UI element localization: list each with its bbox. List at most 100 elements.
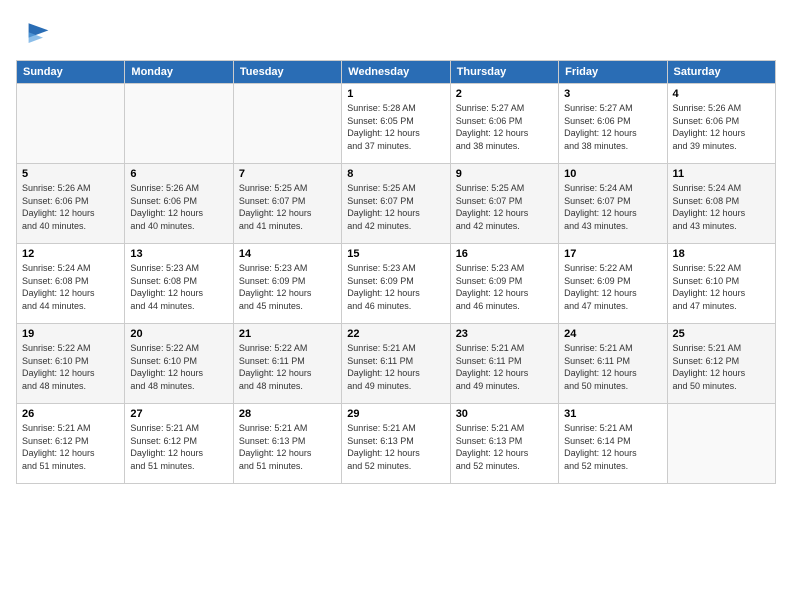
calendar-cell: 1Sunrise: 5:28 AMSunset: 6:05 PMDaylight… [342, 84, 450, 164]
calendar-cell: 13Sunrise: 5:23 AMSunset: 6:08 PMDayligh… [125, 244, 233, 324]
calendar-week-3: 12 Sunrise: 5:24 AMSunset: 6:08 PMDayligh… [17, 244, 776, 324]
cell-info: Sunrise: 5:21 AMSunset: 6:11 PMDaylight:… [456, 342, 553, 392]
day-number: 11 [673, 168, 770, 180]
weekday-header-tuesday: Tuesday [233, 61, 341, 84]
day-number: 26 [22, 408, 119, 420]
logo [16, 16, 56, 52]
cell-info: Sunrise: 5:25 AMSunset: 6:07 PMDaylight:… [456, 182, 553, 232]
calendar-cell [667, 404, 775, 484]
cell-info: Sunrise: 5:22 AMSunset: 6:09 PMDaylight:… [564, 262, 661, 312]
cell-info: Sunrise: 5:25 AMSunset: 6:07 PMDaylight:… [239, 182, 336, 232]
calendar-cell: 27 Sunrise: 5:21 AMSunset: 6:12 PMDayligh… [125, 404, 233, 484]
day-number: 14 [239, 248, 336, 260]
day-number: 27 [130, 408, 227, 420]
day-number: 18 [673, 248, 770, 260]
calendar-cell: 8 Sunrise: 5:25 AMSunset: 6:07 PMDaylight… [342, 164, 450, 244]
cell-info: Sunrise: 5:26 AMSunset: 6:06 PMDaylight:… [673, 102, 770, 152]
weekday-header-thursday: Thursday [450, 61, 558, 84]
day-number: 17 [564, 248, 661, 260]
calendar-cell: 18 Sunrise: 5:22 AMSunset: 6:10 PMDayligh… [667, 244, 775, 324]
cell-info: Sunrise: 5:22 AMSunset: 6:10 PMDaylight:… [673, 262, 770, 312]
calendar-body: 1Sunrise: 5:28 AMSunset: 6:05 PMDaylight… [17, 84, 776, 484]
calendar-week-5: 26 Sunrise: 5:21 AMSunset: 6:12 PMDayligh… [17, 404, 776, 484]
calendar-cell: 15 Sunrise: 5:23 AMSunset: 6:09 PMDayligh… [342, 244, 450, 324]
calendar-cell [125, 84, 233, 164]
day-number: 16 [456, 248, 553, 260]
calendar-cell: 31 Sunrise: 5:21 AMSunset: 6:14 PMDayligh… [559, 404, 667, 484]
weekday-header-wednesday: Wednesday [342, 61, 450, 84]
cell-info: Sunrise: 5:21 AMSunset: 6:14 PMDaylight:… [564, 422, 661, 472]
day-number: 15 [347, 248, 444, 260]
cell-info: Sunrise: 5:24 AMSunset: 6:08 PMDaylight:… [22, 262, 119, 312]
weekday-header-sunday: Sunday [17, 61, 125, 84]
cell-info: Sunrise: 5:25 AMSunset: 6:07 PMDaylight:… [347, 182, 444, 232]
cell-info: Sunrise: 5:22 AMSunset: 6:10 PMDaylight:… [130, 342, 227, 392]
cell-info: Sunrise: 5:28 AMSunset: 6:05 PMDaylight:… [347, 102, 444, 152]
calendar-cell: 29Sunrise: 5:21 AMSunset: 6:13 PMDayligh… [342, 404, 450, 484]
calendar-cell: 19 Sunrise: 5:22 AMSunset: 6:10 PMDayligh… [17, 324, 125, 404]
weekday-header-friday: Friday [559, 61, 667, 84]
cell-info: Sunrise: 5:27 AMSunset: 6:06 PMDaylight:… [564, 102, 661, 152]
day-number: 2 [456, 88, 553, 100]
calendar-cell [17, 84, 125, 164]
day-number: 19 [22, 328, 119, 340]
day-number: 28 [239, 408, 336, 420]
calendar-cell: 5Sunrise: 5:26 AMSunset: 6:06 PMDaylight… [17, 164, 125, 244]
day-number: 8 [347, 168, 444, 180]
calendar-cell: 16 Sunrise: 5:23 AMSunset: 6:09 PMDayligh… [450, 244, 558, 324]
cell-info: Sunrise: 5:21 AMSunset: 6:12 PMDaylight:… [22, 422, 119, 472]
calendar-cell: 30Sunrise: 5:21 AMSunset: 6:13 PMDayligh… [450, 404, 558, 484]
logo-icon [16, 16, 52, 52]
cell-info: Sunrise: 5:27 AMSunset: 6:06 PMDaylight:… [456, 102, 553, 152]
calendar-cell: 3Sunrise: 5:27 AMSunset: 6:06 PMDaylight… [559, 84, 667, 164]
cell-info: Sunrise: 5:24 AMSunset: 6:08 PMDaylight:… [673, 182, 770, 232]
day-number: 10 [564, 168, 661, 180]
calendar-cell: 12 Sunrise: 5:24 AMSunset: 6:08 PMDayligh… [17, 244, 125, 324]
calendar-cell: 24 Sunrise: 5:21 AMSunset: 6:11 PMDayligh… [559, 324, 667, 404]
day-number: 29 [347, 408, 444, 420]
calendar-cell: 22 Sunrise: 5:21 AMSunset: 6:11 PMDayligh… [342, 324, 450, 404]
day-number: 13 [130, 248, 227, 260]
cell-info: Sunrise: 5:23 AMSunset: 6:09 PMDaylight:… [347, 262, 444, 312]
calendar-cell: 9 Sunrise: 5:25 AMSunset: 6:07 PMDaylight… [450, 164, 558, 244]
day-number: 30 [456, 408, 553, 420]
day-number: 22 [347, 328, 444, 340]
cell-info: Sunrise: 5:21 AMSunset: 6:11 PMDaylight:… [564, 342, 661, 392]
weekday-header-saturday: Saturday [667, 61, 775, 84]
day-number: 20 [130, 328, 227, 340]
calendar-cell: 11 Sunrise: 5:24 AMSunset: 6:08 PMDayligh… [667, 164, 775, 244]
cell-info: Sunrise: 5:26 AMSunset: 6:06 PMDaylight:… [130, 182, 227, 232]
cell-info: Sunrise: 5:21 AMSunset: 6:12 PMDaylight:… [130, 422, 227, 472]
calendar-cell: 14 Sunrise: 5:23 AMSunset: 6:09 PMDayligh… [233, 244, 341, 324]
cell-info: Sunrise: 5:21 AMSunset: 6:12 PMDaylight:… [673, 342, 770, 392]
weekday-header-monday: Monday [125, 61, 233, 84]
cell-info: Sunrise: 5:22 AMSunset: 6:10 PMDaylight:… [22, 342, 119, 392]
calendar-cell [233, 84, 341, 164]
cell-info: Sunrise: 5:23 AMSunset: 6:09 PMDaylight:… [239, 262, 336, 312]
calendar-cell: 10 Sunrise: 5:24 AMSunset: 6:07 PMDayligh… [559, 164, 667, 244]
cell-info: Sunrise: 5:21 AMSunset: 6:13 PMDaylight:… [239, 422, 336, 472]
calendar-cell: 25Sunrise: 5:21 AMSunset: 6:12 PMDayligh… [667, 324, 775, 404]
calendar-cell: 23 Sunrise: 5:21 AMSunset: 6:11 PMDayligh… [450, 324, 558, 404]
calendar-cell: 2 Sunrise: 5:27 AMSunset: 6:06 PMDaylight… [450, 84, 558, 164]
calendar-week-4: 19 Sunrise: 5:22 AMSunset: 6:10 PMDayligh… [17, 324, 776, 404]
page-header [16, 16, 776, 52]
day-number: 31 [564, 408, 661, 420]
cell-info: Sunrise: 5:24 AMSunset: 6:07 PMDaylight:… [564, 182, 661, 232]
day-number: 6 [130, 168, 227, 180]
calendar-cell: 28 Sunrise: 5:21 AMSunset: 6:13 PMDayligh… [233, 404, 341, 484]
calendar-table: SundayMondayTuesdayWednesdayThursdayFrid… [16, 60, 776, 484]
day-number: 23 [456, 328, 553, 340]
cell-info: Sunrise: 5:26 AMSunset: 6:06 PMDaylight:… [22, 182, 119, 232]
calendar-cell: 17 Sunrise: 5:22 AMSunset: 6:09 PMDayligh… [559, 244, 667, 324]
day-number: 24 [564, 328, 661, 340]
calendar-week-1: 1Sunrise: 5:28 AMSunset: 6:05 PMDaylight… [17, 84, 776, 164]
day-number: 7 [239, 168, 336, 180]
day-number: 9 [456, 168, 553, 180]
calendar-cell: 26 Sunrise: 5:21 AMSunset: 6:12 PMDayligh… [17, 404, 125, 484]
cell-info: Sunrise: 5:23 AMSunset: 6:09 PMDaylight:… [456, 262, 553, 312]
day-number: 12 [22, 248, 119, 260]
cell-info: Sunrise: 5:21 AMSunset: 6:11 PMDaylight:… [347, 342, 444, 392]
calendar-cell: 20 Sunrise: 5:22 AMSunset: 6:10 PMDayligh… [125, 324, 233, 404]
calendar-cell: 6 Sunrise: 5:26 AMSunset: 6:06 PMDaylight… [125, 164, 233, 244]
